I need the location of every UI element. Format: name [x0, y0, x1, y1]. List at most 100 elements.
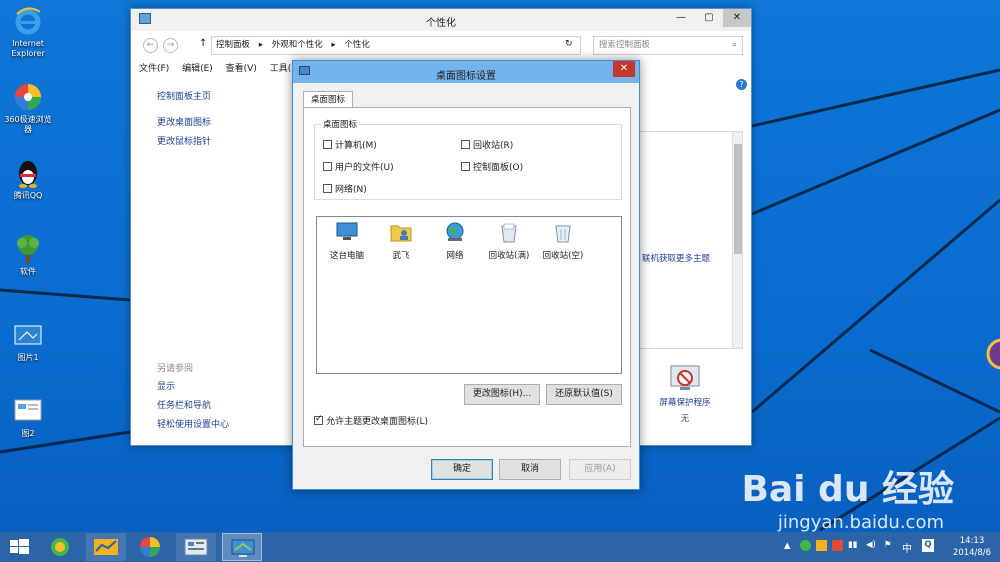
360-safe-icon: [51, 538, 69, 556]
sidebar-item-home[interactable]: 控制面板主页: [157, 89, 211, 108]
window-titlebar[interactable]: 个性化 — ▢ ✕: [131, 9, 751, 31]
desktop-icon-qq[interactable]: 腾讯QQ: [0, 158, 56, 201]
screensaver-item[interactable]: 屏幕保护程序 无: [655, 363, 715, 424]
menu-edit[interactable]: 编辑(E): [182, 61, 213, 74]
tray-expand-icon[interactable]: ▲: [784, 541, 791, 551]
breadcrumb-item[interactable]: 外观和个性化: [272, 40, 323, 50]
minimize-button[interactable]: —: [667, 9, 695, 27]
scroll-thumb[interactable]: [734, 144, 742, 254]
dialog-close-button[interactable]: ✕: [613, 61, 635, 77]
internet-explorer-icon: [13, 6, 43, 36]
forward-button[interactable]: →: [163, 38, 178, 53]
sidebar-links: 更改桌面图标 更改鼠标指针: [157, 115, 211, 153]
volume-icon[interactable]: ◀): [866, 540, 876, 550]
search-input[interactable]: 搜索控制面板 ⌕: [593, 36, 743, 55]
checkbox-label: 允许主题更改桌面图标(L): [326, 417, 429, 427]
checkbox-box[interactable]: [461, 162, 470, 171]
online-themes-link[interactable]: 联机获取更多主题: [642, 252, 710, 264]
system-tray: ▲ ▮▮ ◀) ⚑ 中 Q 14:13 2014/8/6: [784, 532, 994, 562]
desktop-icon-picture2[interactable]: 图2: [0, 396, 56, 439]
checkbox-recycle-bin[interactable]: 回收站(R): [461, 138, 513, 151]
menu-view[interactable]: 查看(V): [226, 61, 257, 74]
ime-indicator[interactable]: 中: [902, 540, 912, 555]
desktop-icon-software[interactable]: 软件: [0, 234, 56, 277]
tray-q-icon[interactable]: Q: [922, 539, 934, 552]
back-button[interactable]: ←: [143, 38, 158, 53]
desktop-icon-picture1[interactable]: 图片1: [0, 320, 56, 363]
baidu-watermark-logo: Bai du 经验: [741, 469, 954, 510]
maximize-button[interactable]: ▢: [695, 9, 723, 27]
checkbox-computer[interactable]: 计算机(M): [323, 138, 377, 151]
restore-default-button[interactable]: 还原默认值(S): [546, 384, 622, 405]
see-also-ease-of-access[interactable]: 轻松使用设置中心: [157, 417, 229, 436]
cancel-button[interactable]: 取消: [499, 459, 561, 480]
up-arrow-icon[interactable]: ↑: [199, 38, 207, 49]
taskbar-app-control-panel[interactable]: [176, 533, 216, 561]
breadcrumb-separator: ▸: [331, 40, 336, 50]
screensaver-value: 无: [680, 414, 690, 424]
list-item-label: 回收站(空): [542, 251, 584, 261]
list-item[interactable]: 这台电脑: [317, 221, 377, 261]
checkbox-allow-themes[interactable]: 允许主题更改桌面图标(L): [314, 414, 428, 427]
desktop-icon-ie[interactable]: Internet Explorer: [0, 6, 56, 59]
taskbar-app-personalization[interactable]: [222, 533, 262, 561]
desktop-icon-label: 图片1: [17, 353, 39, 362]
see-also-taskbar[interactable]: 任务栏和导航: [157, 398, 229, 417]
taskbar-app-360-browser[interactable]: [130, 533, 170, 561]
taskbar-app-360-safe[interactable]: [40, 533, 80, 561]
tray-qq-icon[interactable]: [816, 540, 827, 551]
checkbox-label: 网络(N): [335, 185, 367, 195]
themes-pane: 联机获取更多主题: [639, 131, 743, 349]
clock[interactable]: 14:13 2014/8/6: [950, 535, 994, 559]
apply-button[interactable]: 应用(A): [569, 459, 631, 480]
checkbox-user-files[interactable]: 用户的文件(U): [323, 160, 394, 173]
search-placeholder: 搜索控制面板: [599, 40, 651, 50]
tray-signal-icon[interactable]: ▮▮: [848, 540, 857, 550]
screensaver-icon: [670, 365, 700, 390]
refresh-icon[interactable]: ↻: [565, 39, 573, 49]
computer-icon: [336, 221, 358, 243]
see-also-display[interactable]: 显示: [157, 379, 229, 398]
menu-file[interactable]: 文件(F): [139, 61, 169, 74]
sidebar-item-change-desktop-icons[interactable]: 更改桌面图标: [157, 115, 211, 134]
checkbox-network[interactable]: 网络(N): [323, 182, 367, 195]
desktop-icon-label: 图2: [21, 429, 35, 438]
tab-desktop-icons[interactable]: 桌面图标: [303, 91, 353, 108]
checkbox-box[interactable]: [323, 162, 332, 171]
ok-button[interactable]: 确定: [431, 459, 493, 480]
taskbar-app-stock[interactable]: [86, 533, 126, 561]
search-icon[interactable]: ⌕: [732, 37, 737, 54]
breadcrumb-item[interactable]: 控制面板: [216, 40, 250, 50]
start-button[interactable]: [0, 533, 40, 561]
list-item[interactable]: 网络: [425, 221, 485, 261]
checkbox-box[interactable]: [323, 184, 332, 193]
checkbox-box[interactable]: [323, 140, 332, 149]
list-item[interactable]: 回收站(空): [533, 221, 593, 261]
image-thumbnail-icon: [13, 396, 43, 426]
breadcrumb-separator: ▸: [258, 40, 263, 50]
tree-icon: [13, 234, 43, 264]
breadcrumb[interactable]: 控制面板 ▸ 外观和个性化 ▸ 个性化: [211, 36, 581, 55]
breadcrumb-item[interactable]: 个性化: [344, 40, 370, 50]
tray-360-icon[interactable]: [800, 540, 811, 551]
help-icon[interactable]: ?: [736, 79, 747, 90]
menu-bar: 文件(F) 编辑(E) 查看(V) 工具(: [139, 61, 301, 77]
group-title: 桌面图标: [323, 120, 358, 130]
dialog-titlebar[interactable]: 桌面图标设置 ✕: [293, 61, 639, 83]
checkbox-control-panel[interactable]: 控制面板(O): [461, 160, 523, 173]
list-item[interactable]: 回收站(满): [479, 221, 539, 261]
checkbox-label: 计算机(M): [335, 141, 377, 151]
close-button[interactable]: ✕: [723, 9, 751, 27]
change-icon-button[interactable]: 更改图标(H)...: [464, 384, 540, 405]
icon-preview-list[interactable]: 这台电脑 武飞 网络 回收站(满) 回收站(空): [316, 216, 622, 374]
themes-scrollbar[interactable]: [732, 132, 742, 348]
sidebar-item-change-mouse-pointer[interactable]: 更改鼠标指针: [157, 134, 211, 153]
desktop-icon-360-browser[interactable]: 360极速浏览 器: [0, 82, 56, 135]
flag-icon[interactable]: ⚑: [884, 540, 892, 550]
windows-logo-icon: [10, 539, 29, 554]
list-item[interactable]: 武飞: [371, 221, 431, 261]
tray-app-icon[interactable]: [832, 540, 843, 551]
checkbox-box[interactable]: [461, 140, 470, 149]
menu-tools[interactable]: 工具(: [270, 61, 292, 74]
checkbox-box[interactable]: [314, 414, 323, 425]
